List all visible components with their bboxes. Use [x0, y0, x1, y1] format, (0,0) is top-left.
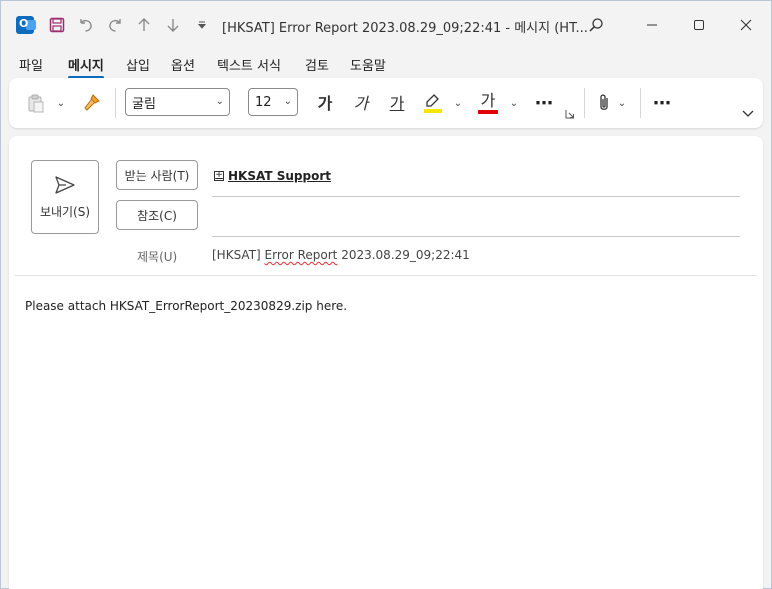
title-bar: O [HKSAT] Error Report 2023.08.29_09;22:… — [0, 0, 772, 50]
menu-bar: 파일 메시지 삽입 옵션 텍스트 서식 검토 도움말 — [0, 50, 772, 79]
tab-help[interactable]: 도움말 — [350, 55, 386, 74]
subject-label: 제목(U) — [137, 250, 178, 264]
font-size-select[interactable]: 12 ⌄ — [248, 88, 298, 116]
send-button[interactable]: 보내기(S) — [31, 160, 99, 234]
to-button[interactable]: 받는 사람(T) — [116, 160, 198, 190]
tab-file[interactable]: 파일 — [19, 55, 43, 74]
tab-review[interactable]: 검토 — [305, 55, 329, 74]
window-title: [HKSAT] Error Report 2023.08.29_09;22:41… — [222, 21, 588, 36]
highlight-icon[interactable] — [420, 90, 446, 116]
paste-dropdown-chevron-icon[interactable]: ⌄ — [55, 96, 67, 110]
subject-input[interactable]: [HKSAT] Error Report 2023.08.29_09;22:41 — [212, 248, 470, 262]
attach-file-icon[interactable] — [594, 91, 614, 115]
search-icon[interactable] — [576, 10, 616, 40]
ribbon: ⌄ 굴림 ⌄ 12 ⌄ 가 가 가 ⌄ 가 ⌄ ⋯ ⌄ ⋯ — [9, 78, 763, 128]
font-color-chevron-icon[interactable]: ⌄ — [508, 96, 520, 110]
expand-group-icon[interactable]: + — [214, 171, 224, 181]
font-color-button[interactable]: 가 — [475, 90, 501, 116]
to-recipient-name: HKSAT Support — [228, 169, 331, 183]
tab-insert[interactable]: 삽입 — [126, 55, 150, 74]
maximize-icon[interactable] — [679, 10, 719, 40]
tab-format-text[interactable]: 텍스트 서식 — [217, 55, 281, 74]
italic-button[interactable]: 가 — [348, 90, 374, 114]
to-field-underline — [212, 196, 740, 197]
font-name-chevron-icon: ⌄ — [215, 96, 224, 107]
close-icon[interactable] — [726, 10, 766, 40]
bold-button[interactable]: 가 — [312, 90, 338, 114]
more-commands-button[interactable]: ⋯ — [649, 92, 675, 114]
more-format-button[interactable]: ⋯ — [531, 92, 557, 114]
tab-options[interactable]: 옵션 — [171, 55, 195, 74]
font-size-chevron-icon: ⌄ — [283, 96, 292, 107]
outlook-icon: O — [12, 12, 38, 38]
cc-button[interactable]: 참조(C) — [116, 200, 198, 230]
header-divider — [15, 275, 757, 276]
highlight-chevron-icon[interactable]: ⌄ — [452, 96, 464, 110]
tab-message[interactable]: 메시지 — [68, 55, 104, 79]
customize-icon[interactable] — [189, 12, 215, 38]
compose-pane: 보내기(S) 받는 사람(T) + HKSAT Support 참조(C) 제목… — [9, 136, 763, 589]
underline-button[interactable]: 가 — [384, 90, 410, 114]
attach-chevron-icon[interactable]: ⌄ — [616, 96, 628, 110]
subject-misspelled-text: Error Report — [264, 248, 338, 262]
to-recipient[interactable]: + HKSAT Support — [214, 169, 331, 183]
redo-icon[interactable] — [102, 12, 128, 38]
font-color-swatch — [478, 110, 498, 114]
undo-icon[interactable] — [73, 12, 99, 38]
subject-prefix: [HKSAT] — [212, 248, 265, 262]
message-body[interactable]: Please attach HKSAT_ErrorReport_20230829… — [25, 299, 347, 313]
cc-input[interactable] — [212, 204, 740, 234]
font-name-value: 굴림 — [132, 96, 156, 112]
dialog-launcher-icon[interactable] — [564, 108, 576, 120]
font-name-select[interactable]: 굴림 ⌄ — [125, 88, 230, 116]
send-icon — [55, 175, 75, 194]
send-label: 보내기(S) — [39, 204, 91, 219]
font-color-label: 가 — [480, 91, 496, 110]
font-size-value: 12 — [255, 94, 272, 110]
minimize-icon[interactable] — [632, 10, 672, 40]
down-icon[interactable] — [160, 12, 186, 38]
ribbon-expand-chevron-icon[interactable] — [740, 106, 756, 122]
up-icon[interactable] — [131, 12, 157, 38]
format-painter-icon[interactable] — [81, 92, 103, 114]
subject-suffix: 2023.08.29_09;22:41 — [337, 248, 470, 262]
cc-field-underline — [212, 236, 740, 237]
paste-icon[interactable] — [25, 92, 47, 114]
save-icon[interactable] — [44, 12, 70, 38]
